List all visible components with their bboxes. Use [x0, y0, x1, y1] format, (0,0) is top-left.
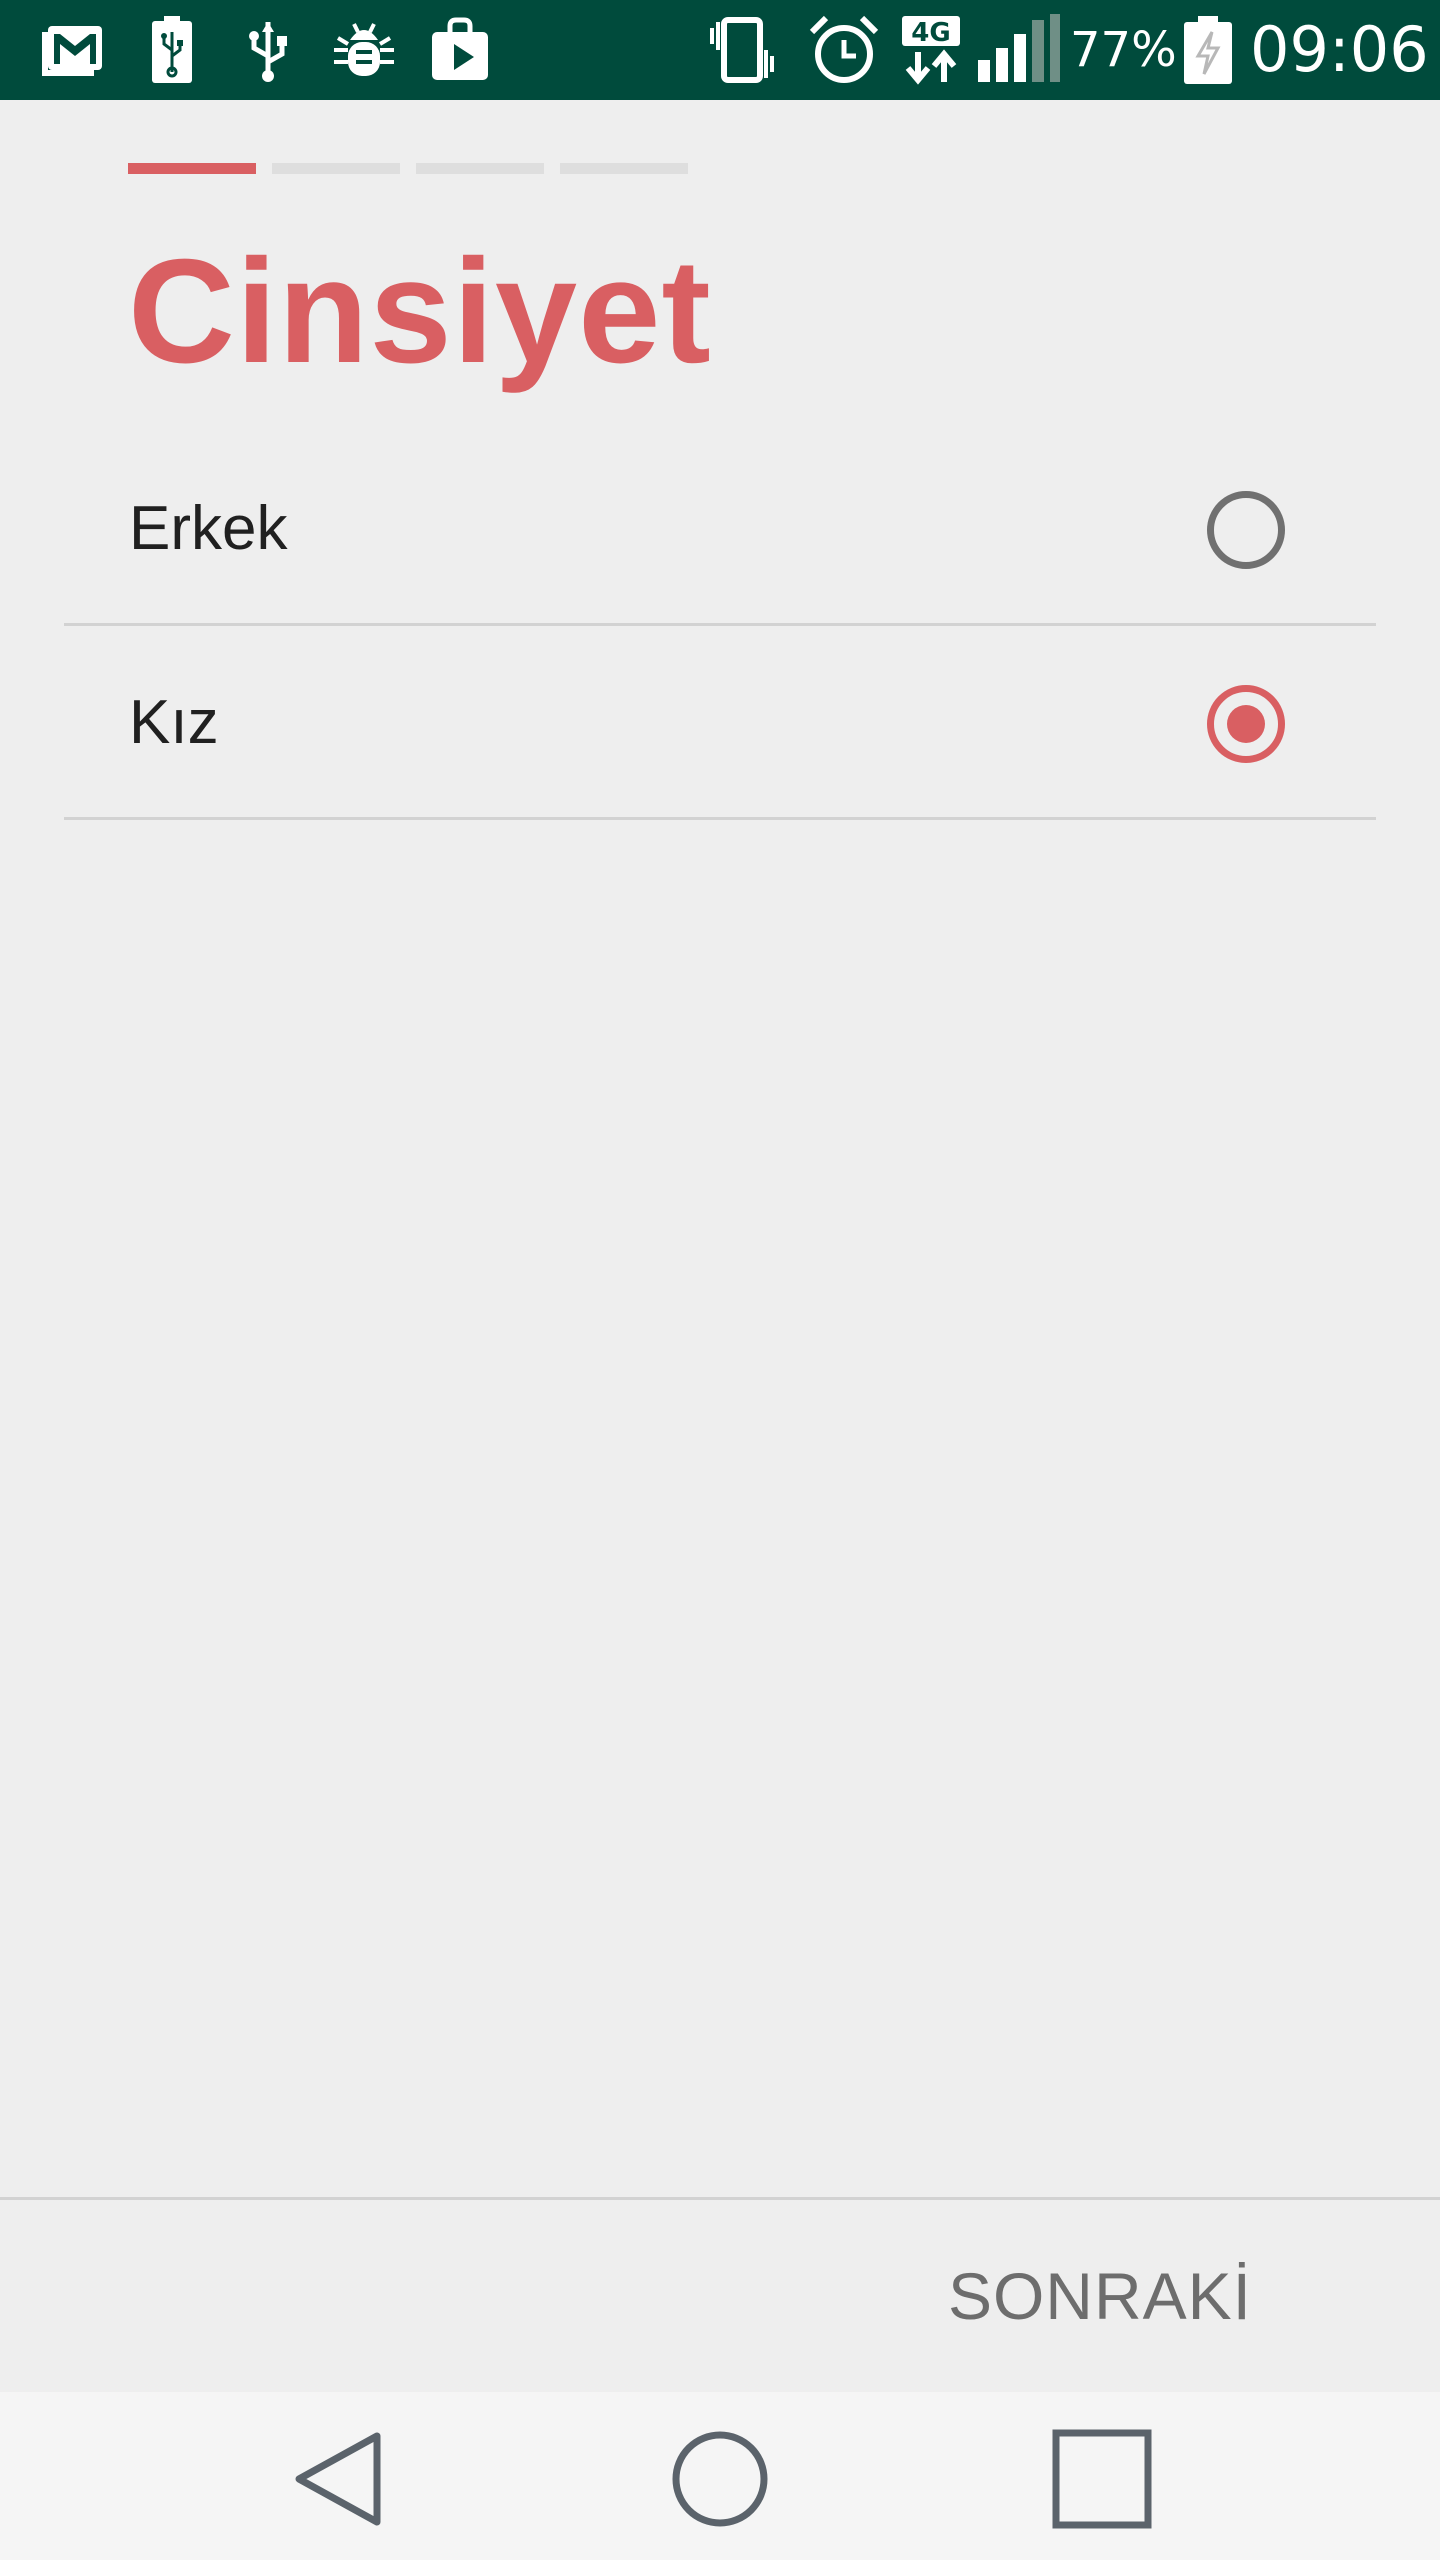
option-label-kiz: Kız [129, 688, 219, 757]
signal-strength-icon [976, 14, 1064, 86]
option-row-kiz[interactable]: Kız [64, 626, 1376, 820]
step-indicator-3 [416, 163, 544, 174]
home-icon[interactable] [665, 2424, 775, 2534]
status-bar: 4G 77% 09:06 [0, 0, 1440, 100]
network-4g-icon: 4G [896, 14, 968, 86]
back-icon[interactable] [285, 2424, 395, 2534]
radio-button-erkek[interactable] [1207, 491, 1285, 569]
step-indicator-2 [272, 163, 400, 174]
divider [64, 817, 1376, 820]
navigation-bar [0, 2392, 1440, 2560]
step-indicator-4 [560, 163, 688, 174]
alarm-icon [808, 14, 880, 86]
page-title: Cinsiyet [128, 229, 712, 394]
clock: 09:06 [1250, 13, 1429, 86]
next-button[interactable]: SONRAKİ [900, 2200, 1300, 2392]
screen: 4G 77% 09:06 Cinsiyet Erkek Kız SONRAKİ [0, 0, 1440, 2560]
svg-text:4G: 4G [911, 18, 950, 48]
play-store-icon [424, 14, 496, 86]
radio-selected-dot [1227, 705, 1265, 743]
recents-icon[interactable] [1047, 2424, 1157, 2534]
battery-charging-icon [1180, 14, 1236, 86]
usb-icon [232, 14, 304, 86]
debug-bug-icon [328, 14, 400, 86]
gmail-icon [38, 14, 110, 86]
radio-button-kiz[interactable] [1207, 685, 1285, 763]
battery-percent: 77% [1070, 22, 1177, 78]
option-row-erkek[interactable]: Erkek [64, 432, 1376, 626]
battery-usb-icon [136, 14, 208, 86]
step-indicator-1 [128, 163, 256, 174]
option-label-erkek: Erkek [129, 494, 288, 563]
vibrate-icon [706, 14, 778, 86]
